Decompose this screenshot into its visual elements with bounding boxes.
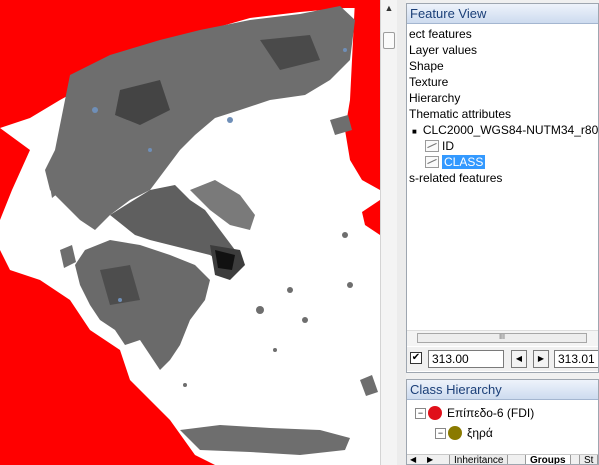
class-color-icon [448,426,462,440]
tab-inheritance[interactable]: Inheritance [449,455,509,464]
map-view[interactable] [0,0,380,465]
decrease-icon[interactable]: ◀ [511,350,527,368]
tree-item-class-label: CLASS [442,155,486,169]
feature-view-title: Feature View [407,4,598,24]
feature-range-controls: ✔ 313.00 ◀ ▶ 313.01 [407,347,598,371]
increase-icon[interactable]: ▶ [533,350,549,368]
range-from-input[interactable]: 313.00 [428,350,504,368]
tree-item-object-features[interactable]: ect features [409,26,472,42]
class-item-xira[interactable]: − ξηρά [435,425,493,441]
tree-item-hierarchy[interactable]: Hierarchy [409,90,460,106]
island-5 [342,232,348,238]
collapse-icon[interactable]: − [435,428,446,439]
range-checkbox[interactable]: ✔ [410,352,422,364]
tree-item-clc2000-label: CLC2000_WGS84-NUTM34_r800_i [422,123,598,137]
tab-scroll-right-icon[interactable]: ▶ [427,455,433,464]
tree-item-id-label: ID [442,139,454,153]
class-color-icon [428,406,442,420]
island-3 [302,317,308,323]
tree-item-layer-values[interactable]: Layer values [409,42,477,58]
tab-structure[interactable]: St [579,455,598,464]
hscroll-thumb[interactable]: III [417,333,587,343]
lake-1 [92,107,98,113]
tree-item-clc2000[interactable]: ■ CLC2000_WGS84-NUTM34_r800_i [412,122,598,138]
tab-scroll-left-icon[interactable]: ◀ [410,455,416,464]
island-2 [287,287,293,293]
tree-item-shape[interactable]: Shape [409,58,444,74]
splitter[interactable] [397,0,406,465]
class-item-xira-label: ξηρά [467,426,493,440]
class-hierarchy-title: Class Hierarchy [407,380,598,400]
class-hierarchy-tabs: ◀ ▶ Inheritance Groups St [407,454,598,464]
tree-item-class[interactable]: CLASS [425,154,486,170]
island-1 [256,306,264,314]
class-item-level6-label: Επίπεδο-6 (FDI) [447,406,535,420]
range-to-input[interactable]: 313.01 [554,350,598,368]
tree-item-id[interactable]: ID [425,138,454,154]
island-7 [183,383,187,387]
tree-item-class-related-features[interactable]: s-related features [409,170,502,186]
island-6 [273,348,277,352]
island-4 [347,282,353,288]
class-hierarchy-panel: Class Hierarchy − Επίπεδο-6 (FDI) − ξηρά ◀… [406,379,599,465]
collapse-icon[interactable]: − [415,408,426,419]
feature-icon [425,140,439,152]
tree-item-texture[interactable]: Texture [409,74,448,90]
map-vertical-scrollbar[interactable]: ▲ [380,0,397,465]
tree-item-thematic-attributes[interactable]: Thematic attributes [409,106,511,122]
lake-4 [343,48,347,52]
lake-2 [148,148,152,152]
scroll-up-icon[interactable]: ▲ [381,0,397,16]
feature-view-panel: Feature View ect features Layer values S… [406,3,599,373]
lake-3 [227,117,233,123]
scrollbar-thumb[interactable] [383,32,395,49]
lake-5 [118,298,122,302]
feature-icon [425,156,439,168]
feature-horizontal-scrollbar[interactable]: III [407,330,598,346]
class-item-level6[interactable]: − Επίπεδο-6 (FDI) [415,405,534,421]
tab-groups[interactable]: Groups [525,455,571,464]
feature-tree: ect features Layer values Shape Texture … [407,24,598,330]
bullet-icon: ■ [412,127,417,136]
greece-map [0,0,380,465]
